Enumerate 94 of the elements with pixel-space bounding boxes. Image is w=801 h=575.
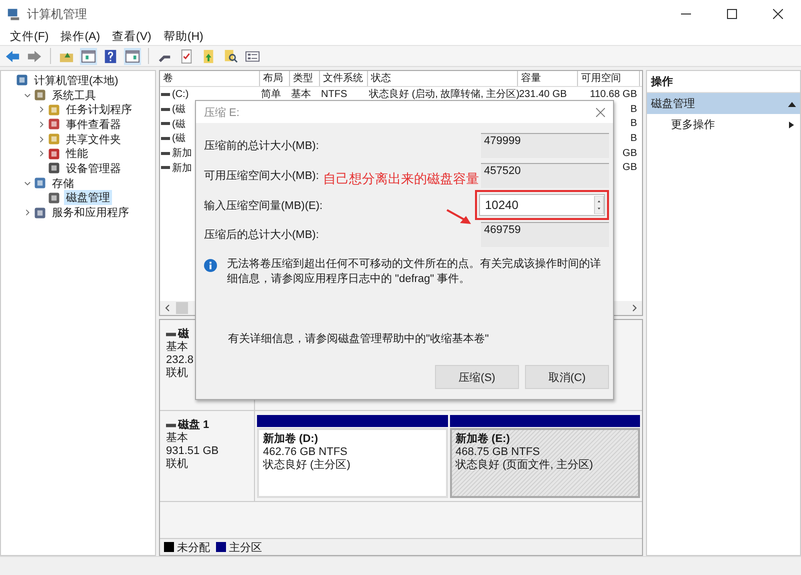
disk-name: 磁盘 1	[178, 419, 210, 432]
menu-item[interactable]: 文件(F)	[10, 29, 49, 44]
table-cell: B	[630, 118, 637, 130]
cancel-button[interactable]: 取消(C)	[525, 365, 609, 389]
tree-item[interactable]: 性能	[64, 146, 90, 162]
column-header[interactable]: 布局	[260, 71, 290, 86]
tree-item[interactable]: 服务和应用程序	[50, 205, 131, 220]
partition-size: 468.75 GB NTFS	[456, 446, 541, 458]
tree-item[interactable]: 存储	[50, 176, 76, 191]
menu-item[interactable]: 帮助(H)	[163, 29, 204, 44]
table-cell: GB	[622, 162, 637, 174]
tree-item[interactable]: 事件查看器	[64, 116, 123, 132]
disk-type: 基本	[166, 432, 189, 445]
tree-item[interactable]: 计算机管理(本地)	[32, 72, 120, 88]
partition-name: 新加卷 (D:)	[263, 433, 319, 446]
collapsed-chevron-icon[interactable]	[38, 150, 44, 158]
readonly-field: 457520	[481, 163, 609, 188]
collapsed-chevron-icon[interactable]	[38, 106, 44, 114]
window-title: 计算机管理	[27, 6, 87, 22]
field-label: 压缩后的总计大小(MB):	[204, 228, 320, 242]
readonly-field: 479999	[481, 133, 609, 158]
pane-icon[interactable]	[80, 48, 97, 64]
help-text: 有关详细信息，请参阅磁盘管理帮助中的"收缩基本卷"	[228, 332, 490, 346]
table-cell-text: (磁	[172, 118, 186, 131]
column-header[interactable]: 容量	[518, 71, 578, 86]
table-cell-text: 简单	[261, 88, 281, 102]
collapse-triangle-icon	[788, 100, 796, 106]
maximize-icon[interactable]	[727, 9, 737, 19]
table-cell: GB	[622, 148, 637, 159]
field-label: 压缩前的总计大小(MB):	[204, 138, 320, 153]
number-field[interactable]: 10240	[479, 194, 605, 216]
dialog-title: 压缩 E:	[204, 106, 240, 120]
readonly-field: 469759	[481, 222, 609, 247]
info-icon	[204, 259, 217, 272]
disk-state: 联机	[166, 367, 189, 380]
disk-type: 基本	[166, 341, 189, 354]
table-cell: 231.40 GB	[519, 88, 567, 100]
submenu-triangle-icon	[789, 120, 794, 128]
arrow-annotation	[446, 209, 472, 225]
partition-size: 462.76 GB NTFS	[263, 446, 348, 458]
table-cell-text: 状态良好 (启动, 故障转储, 主分区)	[369, 88, 520, 102]
table-cell-text: 新加	[172, 146, 192, 160]
table-cell: (C:)	[172, 88, 189, 100]
partition-status: 状态良好 (主分区)	[263, 459, 352, 472]
volume-icon	[161, 92, 170, 97]
scroll-right-icon[interactable]	[630, 304, 638, 312]
tree-item[interactable]: 磁盘管理	[64, 190, 112, 206]
table-cell-text: 基本	[291, 88, 311, 102]
tree-item[interactable]: 系统工具	[50, 88, 98, 103]
collapsed-chevron-icon[interactable]	[38, 120, 44, 128]
legend-label: 未分配	[177, 540, 210, 554]
collapsed-chevron-icon[interactable]	[24, 209, 30, 216]
collapsed-chevron-icon[interactable]	[38, 136, 44, 143]
close-icon[interactable]	[773, 9, 783, 19]
document-search-icon[interactable]	[222, 48, 239, 64]
table-cell: B	[630, 104, 637, 115]
table-cell-text: (磁	[172, 103, 186, 116]
disk-state: 联机	[166, 458, 189, 471]
field-label: 可用压缩空间大小(MB):	[204, 168, 320, 183]
table-cell: B	[630, 132, 637, 144]
action-section[interactable]: 磁盘管理	[647, 93, 800, 114]
column-header[interactable]: 文件系统	[320, 71, 368, 86]
tree-item[interactable]: 共享文件夹	[64, 132, 123, 147]
column-header[interactable]: 类型	[290, 71, 320, 86]
legend-label: 主分区	[229, 540, 262, 554]
table-cell: NTFS	[321, 88, 348, 100]
column-header[interactable]: 状态	[368, 71, 518, 86]
table-cell-text: (磁	[172, 132, 186, 146]
disk-size: 232.8	[166, 354, 195, 367]
expanded-chevron-icon[interactable]	[24, 92, 30, 99]
table-cell-text: 新加	[172, 162, 192, 175]
partition-block[interactable]: 新加卷 (D:) 462.76 GB NTFS 状态良好 (主分区)	[257, 428, 448, 498]
disk-size: 931.51 GB	[166, 445, 220, 458]
menu-item[interactable]: 查看(V)	[112, 29, 152, 44]
partition-name: 新加卷 (E:)	[456, 433, 511, 446]
menu-item[interactable]: 操作(A)	[60, 29, 100, 44]
partition-block[interactable]: 新加卷 (E:) 468.75 GB NTFS 状态良好 (页面文件, 主分区)	[450, 428, 640, 498]
pane-icon[interactable]	[124, 48, 141, 64]
expanded-chevron-icon[interactable]	[24, 180, 30, 187]
tree-item[interactable]: 任务计划程序	[64, 102, 134, 118]
column-header[interactable]: 可用空间	[578, 71, 640, 86]
tree-item[interactable]: 设备管理器	[64, 160, 123, 176]
field-label: 输入压缩空间量(MB)(E):	[204, 198, 323, 212]
info-text: 无法将卷压缩到超出任何不可移动的文件所在的点。有关完成该操作时间的详细信息，请参阅应用程序日志中的 "defrag" 事件。	[227, 257, 602, 287]
scrollbar-thumb[interactable]	[176, 302, 188, 314]
column-header[interactable]: 卷	[160, 71, 260, 86]
partition-status: 状态良好 (页面文件, 主分区)	[456, 459, 594, 472]
table-cell: 110.68 GB	[590, 88, 637, 100]
action-item[interactable]: 更多操作	[671, 117, 715, 132]
help-icon[interactable]	[102, 48, 119, 64]
shrink-button[interactable]: 压缩(S)	[435, 365, 519, 389]
scroll-left-icon[interactable]	[164, 304, 172, 312]
disk-name: 磁	[178, 328, 189, 341]
annotation-text: 自己想分离出来的磁盘容量	[323, 170, 479, 188]
